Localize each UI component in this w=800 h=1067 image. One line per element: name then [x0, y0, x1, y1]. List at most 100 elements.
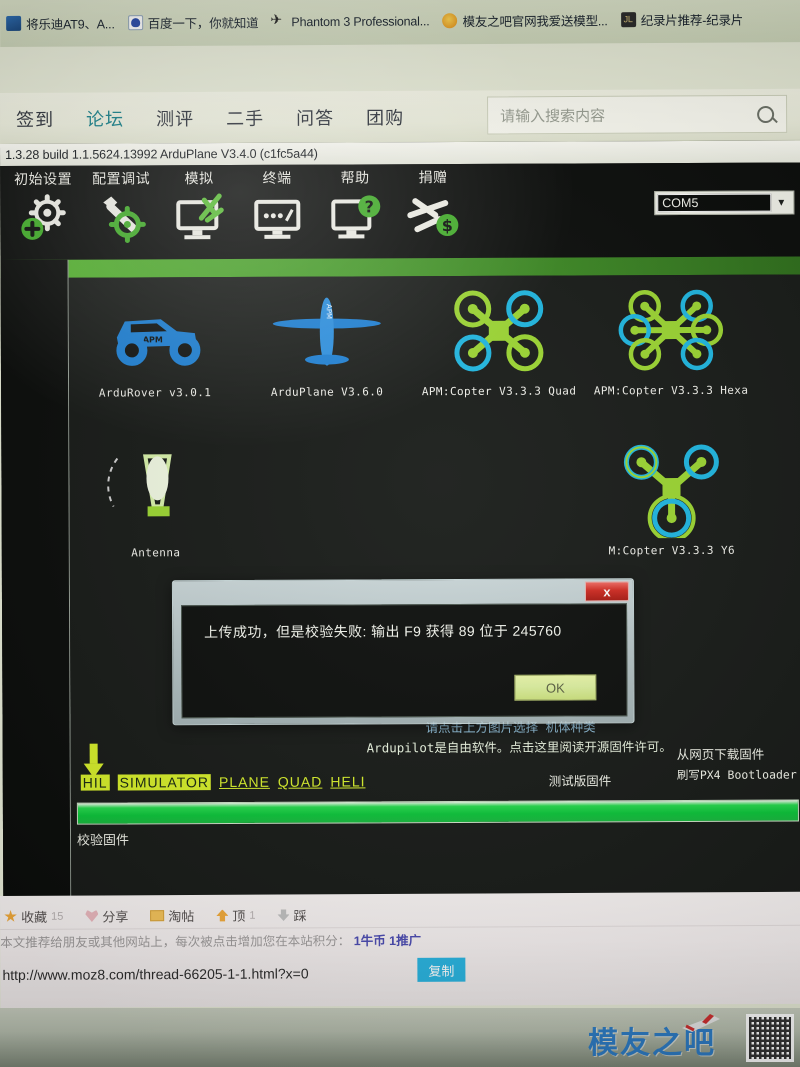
thumbs-up-icon: [216, 909, 228, 921]
rover-truck-icon: APM: [99, 282, 211, 382]
firmware-link-hil[interactable]: HIL: [80, 774, 110, 791]
firmware-item-copter-y6[interactable]: M:Copter V3.3.3 Y6: [585, 440, 758, 558]
search-input[interactable]: 请输入搜索内容: [500, 104, 605, 126]
nav-item-groupbuy[interactable]: 团购: [350, 103, 420, 129]
browser-tab-label: Phantom 3 Professional...: [291, 13, 430, 29]
quadcopter-icon: [447, 281, 551, 381]
share-label: 分享: [102, 909, 129, 925]
copy-button[interactable]: 复制: [417, 957, 466, 982]
gear-plus-icon: [15, 191, 71, 249]
firmware-label: M:Copter V3.3.3 Y6: [608, 543, 736, 558]
firmware-spacer: [413, 440, 586, 558]
share-url-text[interactable]: http://www.moz8.com/thread-66205-1-1.htm…: [0, 965, 308, 983]
toolbar-button-initial-setup[interactable]: 初始设置: [4, 166, 82, 258]
dialog-message: 上传成功，但是校验失败: 输出 F9 获得 89 位于 245760: [204, 622, 562, 641]
svg-text:?: ?: [365, 197, 374, 216]
favorite-action[interactable]: 收藏 15: [4, 907, 63, 926]
docu-favicon: JL: [620, 12, 636, 28]
browser-tab[interactable]: Phantom 3 Professional...: [267, 6, 438, 37]
firmware-label: ArduRover v3.0.1: [98, 386, 212, 400]
nav-item-forum[interactable]: 论坛: [70, 105, 140, 131]
firmware-item-arduplane[interactable]: APM ArduPlane V3.6.0: [241, 281, 414, 399]
firmware-item-copter-quad[interactable]: APM:Copter V3.3.3 Quad: [413, 280, 586, 398]
upload-progress-bar: [76, 799, 799, 825]
upvote-label: 顶: [232, 908, 246, 924]
browser-tab[interactable]: 模友之吧官网我爱送模型...: [438, 5, 616, 36]
ok-button[interactable]: OK: [514, 674, 597, 701]
favorite-count: 15: [51, 910, 64, 923]
firmware-link-simulator[interactable]: SIMULATOR: [117, 774, 212, 791]
nav-item-review[interactable]: 测评: [140, 104, 210, 130]
firmware-item-antenna-tracker[interactable]: Antenna: [69, 442, 242, 560]
svg-text:APM: APM: [325, 304, 333, 319]
favorite-label: 收藏: [21, 909, 48, 925]
collect-action[interactable]: 淘帖: [150, 906, 194, 925]
qr-code-icon: [746, 1014, 794, 1062]
toolbar-button-simulation[interactable]: 模拟: [160, 165, 238, 257]
plane-dollar-icon: $: [405, 189, 461, 247]
thumbs-down-icon: [278, 909, 290, 921]
toolbar-label: 模拟: [184, 170, 214, 187]
site-favicon: [6, 15, 22, 31]
firmware-item-copter-hexa[interactable]: APM:Copter V3.3.3 Hexa: [585, 280, 758, 398]
toolbar-button-config-tuning[interactable]: 配置调试: [82, 165, 160, 257]
firmware-item-partial-right[interactable]: AP: [757, 279, 800, 397]
search-box[interactable]: 请输入搜索内容: [487, 94, 788, 135]
collect-icon: [150, 910, 165, 922]
toolbar-label: 帮助: [340, 169, 370, 186]
flash-px4-bootloader-link[interactable]: 刷写PX4 Bootloader: [677, 765, 797, 786]
downvote-action[interactable]: 踩: [277, 905, 307, 924]
firmware-item-partial-right-2[interactable]: APM: [757, 439, 800, 557]
nav-item-qa[interactable]: 问答: [280, 104, 350, 130]
license-hint[interactable]: Ardupilot是自由软件。点击这里阅读开源固件许可。: [367, 736, 672, 756]
browser-tab[interactable]: 百度一下，你就知道: [124, 7, 268, 38]
firmware-label: ArduPlane V3.6.0: [270, 385, 384, 399]
browser-tab[interactable]: 将乐迪AT9、A...: [2, 8, 124, 39]
firmware-item-ardurover[interactable]: APM ArduRover v3.0.1: [69, 282, 242, 400]
screen-photo: 将乐迪AT9、A... 百度一下，你就知道 Phantom 3 Professi…: [0, 0, 800, 1067]
toolbar-button-donate[interactable]: 捐赠 $: [394, 164, 472, 256]
rc-plane-icon: [680, 1012, 722, 1034]
plane-icon: APM: [267, 281, 387, 382]
promo-score: 1牛币 1推广: [353, 933, 422, 949]
browser-tab[interactable]: JL 纪录片推荐-纪录片: [617, 4, 753, 35]
mp-left-pane: [0, 259, 72, 898]
monitor-plane-icon: [171, 190, 227, 248]
baidu-favicon: [127, 15, 143, 31]
watermark-band: 模友之吧: [0, 1008, 800, 1067]
toolbar-button-terminal[interactable]: 终端: [238, 165, 316, 257]
com-port-selector[interactable]: COM5 ▼: [654, 190, 795, 216]
share-url-row: http://www.moz8.com/thread-66205-1-1.htm…: [0, 954, 800, 992]
browser-tab-strip: 将乐迪AT9、A... 百度一下，你就知道 Phantom 3 Professi…: [0, 0, 800, 47]
mp-toolbar: 初始设置 配置调试 模拟 终端 帮助 ? 捐赠 $ COM5 ▼: [0, 162, 800, 260]
toolbar-button-help[interactable]: 帮助 ?: [316, 164, 394, 256]
forum-nav-bar: 签到 论坛 测评 二手 问答 团购 请输入搜索内容: [0, 88, 800, 145]
svg-text:APM: APM: [143, 335, 163, 344]
download-firmware-from-web-link[interactable]: 从网页下载固件: [677, 745, 797, 766]
firmware-link-quad[interactable]: QUAD: [278, 774, 323, 790]
close-icon[interactable]: x: [584, 581, 630, 602]
right-links-group: 从网页下载固件 刷写PX4 Bootloader: [677, 745, 797, 786]
firmware-label: Antenna: [131, 546, 181, 560]
upvote-action[interactable]: 顶 1: [216, 906, 256, 925]
error-dialog: x 上传成功，但是校验失败: 输出 F9 获得 89 位于 245760 OK: [171, 578, 635, 726]
beta-firmware-link[interactable]: 测试版固件: [549, 770, 612, 789]
firmware-link-plane[interactable]: PLANE: [219, 774, 270, 790]
toolbar-label: 捐赠: [418, 169, 448, 186]
firmware-label: APM:Copter V3.3.3 Quad: [421, 384, 577, 399]
firmware-label: APM:Copter V3.3.3 Hexa: [593, 383, 749, 398]
y6-copter-icon: [619, 440, 723, 540]
browser-tab-label: 百度一下，你就知道: [147, 16, 259, 32]
dialog-body: 上传成功，但是校验失败: 输出 F9 获得 89 位于 245760 OK: [181, 603, 628, 719]
heart-icon: [85, 910, 98, 922]
upvote-count: 1: [249, 909, 256, 922]
downvote-label: 踩: [293, 908, 307, 924]
nav-item-signin[interactable]: 签到: [0, 105, 70, 131]
dji-favicon: [271, 14, 286, 29]
chevron-down-icon[interactable]: ▼: [771, 197, 791, 208]
share-action[interactable]: 分享: [85, 906, 128, 925]
nav-item-secondhand[interactable]: 二手: [210, 104, 280, 130]
browser-tab-label: 纪录片推荐-纪录片: [640, 13, 744, 29]
search-icon[interactable]: [757, 105, 775, 123]
firmware-link-heli[interactable]: HELI: [330, 773, 365, 789]
